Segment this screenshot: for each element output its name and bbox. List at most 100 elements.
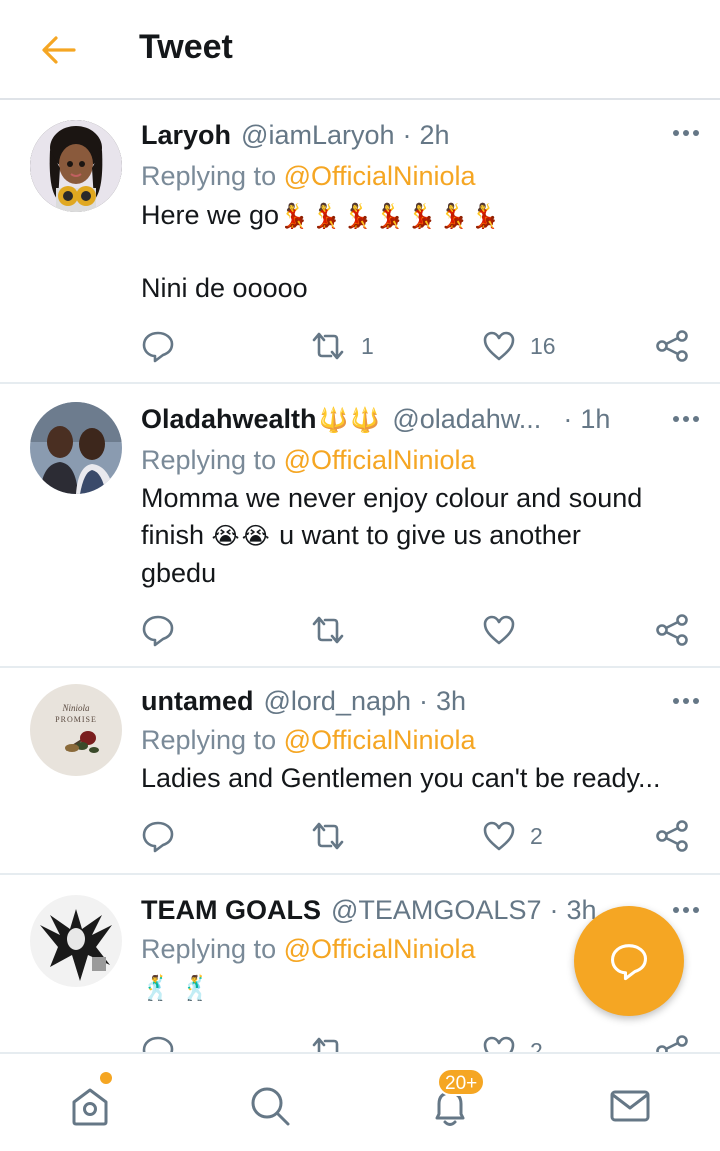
- messages-icon: [610, 1090, 650, 1122]
- like-button[interactable]: [482, 610, 516, 650]
- more-icon: [673, 907, 699, 913]
- separator-dot: ·: [419, 686, 429, 716]
- timestamp: 3h: [436, 686, 467, 716]
- tweet-actions: [141, 610, 701, 650]
- compose-reply-icon: [611, 944, 647, 981]
- home-new-indicator: [100, 1072, 112, 1084]
- retweet-icon: [312, 332, 344, 360]
- separator-dot: ·: [563, 404, 573, 434]
- tweet-actions: 2: [141, 816, 701, 856]
- mention-link[interactable]: @OfficialNiniola: [284, 725, 476, 755]
- avatar-caps-text: PROMISE: [55, 715, 97, 724]
- tweet[interactable]: Niniola PROMISE untamed @lord_naph · 3h …: [0, 668, 720, 875]
- compose-reply-button[interactable]: [574, 906, 684, 1016]
- replying-to: Replying to @OfficialNiniola: [141, 722, 700, 758]
- back-button[interactable]: [38, 30, 78, 70]
- retweet-icon: [312, 822, 344, 850]
- tweet-text: Here we go💃💃💃💃💃💃💃: [141, 197, 700, 235]
- man-dancing-emoji: 🕺🕺: [141, 975, 221, 1002]
- tweet-text-line: finish 😭😭 u want to give us another: [141, 517, 700, 555]
- reply-icon: [142, 331, 174, 363]
- more-icon: [673, 130, 699, 136]
- retweet-button[interactable]: [309, 816, 347, 856]
- retweet-button[interactable]: [309, 1031, 347, 1052]
- like-icon: [483, 1036, 515, 1052]
- like-button[interactable]: 16: [482, 326, 556, 366]
- author-name[interactable]: Laryoh: [141, 118, 231, 152]
- share-button[interactable]: [655, 1031, 689, 1052]
- replying-prefix: Replying to: [141, 445, 284, 475]
- bottom-navigation: 20+: [0, 1052, 720, 1151]
- avatar[interactable]: [30, 402, 122, 494]
- nav-home[interactable]: [66, 1082, 114, 1130]
- mention-link[interactable]: @OfficialNiniola: [284, 161, 476, 191]
- like-button[interactable]: 2: [482, 1031, 543, 1052]
- author-name[interactable]: untamed: [141, 684, 254, 718]
- search-icon: [251, 1087, 290, 1126]
- share-icon: [656, 614, 688, 646]
- reply-button[interactable]: [141, 610, 175, 650]
- avatar[interactable]: [30, 895, 122, 987]
- share-icon: [656, 1035, 688, 1052]
- like-icon: [483, 821, 515, 851]
- author-name[interactable]: Oladahwealth: [141, 402, 317, 436]
- author-handle[interactable]: @iamLaryoh: [241, 118, 394, 152]
- retweet-icon: [312, 1037, 339, 1052]
- like-icon: [483, 615, 515, 645]
- retweet-button[interactable]: [309, 610, 347, 650]
- nav-search[interactable]: [246, 1082, 294, 1130]
- tweet-text-line: Momma we never enjoy colour and sound: [141, 483, 643, 513]
- tweet-text: Momma we never enjoy colour and sound fi…: [141, 480, 700, 592]
- avatar[interactable]: Niniola PROMISE: [30, 684, 122, 776]
- retweet-icon: [312, 616, 344, 644]
- retweet-button[interactable]: 1: [309, 326, 374, 366]
- replying-prefix: Replying to: [141, 161, 284, 191]
- author-handle[interactable]: @lord_naph: [264, 684, 412, 718]
- reply-button[interactable]: [141, 816, 175, 856]
- mention-link[interactable]: @OfficialNiniola: [284, 445, 476, 475]
- tweet-actions: 1 16: [141, 326, 701, 366]
- avatar[interactable]: [30, 120, 122, 212]
- reply-button[interactable]: [141, 1031, 175, 1052]
- notifications-badge: 20+: [437, 1068, 486, 1096]
- timestamp: 1h: [580, 404, 611, 434]
- author-handle[interactable]: @oladahw...: [392, 402, 541, 436]
- tweet-header: Laryoh @iamLaryoh · 2h: [141, 118, 700, 152]
- more-options-button[interactable]: [666, 686, 706, 716]
- like-count: 2: [530, 822, 543, 849]
- more-icon: [673, 416, 699, 422]
- tweet-text-part: u want to give us another: [271, 520, 581, 550]
- tweet[interactable]: Oladahwealth 🔱🔱 @oladahw... · 1h Replying…: [0, 384, 720, 668]
- tweet-text: Ladies and Gentlemen you can't be ready.…: [141, 763, 661, 793]
- replying-prefix: Replying to: [141, 725, 284, 755]
- more-options-button[interactable]: [666, 404, 706, 434]
- like-button[interactable]: 2: [482, 816, 543, 856]
- top-bar: Tweet: [0, 0, 720, 100]
- mention-link[interactable]: @OfficialNiniola: [284, 934, 476, 964]
- nav-messages[interactable]: [606, 1082, 654, 1130]
- retweet-count: 1: [361, 332, 374, 359]
- tweet-header: Oladahwealth 🔱🔱 @oladahw... · 1h: [141, 402, 700, 438]
- separator-dot: ·: [402, 120, 412, 150]
- tweet-header: untamed @lord_naph · 3h: [141, 684, 700, 718]
- share-button[interactable]: [655, 326, 689, 366]
- tweet-text-line: Here we go: [141, 200, 280, 230]
- author-handle[interactable]: @TEAMGOALS7: [331, 893, 541, 927]
- author-name[interactable]: TEAM GOALS: [141, 893, 321, 927]
- tweet-text-line: Nini de ooooo: [141, 273, 308, 303]
- reply-button[interactable]: [141, 326, 175, 366]
- more-options-button[interactable]: [666, 895, 706, 925]
- share-button[interactable]: [655, 610, 689, 650]
- tweet-text-line: gbedu: [141, 558, 217, 588]
- replying-prefix: Replying to: [141, 934, 284, 964]
- more-options-button[interactable]: [666, 118, 706, 148]
- share-icon: [656, 820, 688, 852]
- like-count: 16: [530, 332, 556, 359]
- replying-to: Replying to @OfficialNiniola: [141, 158, 700, 194]
- tweet[interactable]: Laryoh @iamLaryoh · 2h Replying to @Offi…: [0, 102, 720, 384]
- reply-icon: [142, 821, 174, 853]
- reply-icon: [142, 615, 174, 647]
- share-button[interactable]: [655, 816, 689, 856]
- like-icon: [483, 331, 515, 361]
- home-icon: [72, 1088, 108, 1126]
